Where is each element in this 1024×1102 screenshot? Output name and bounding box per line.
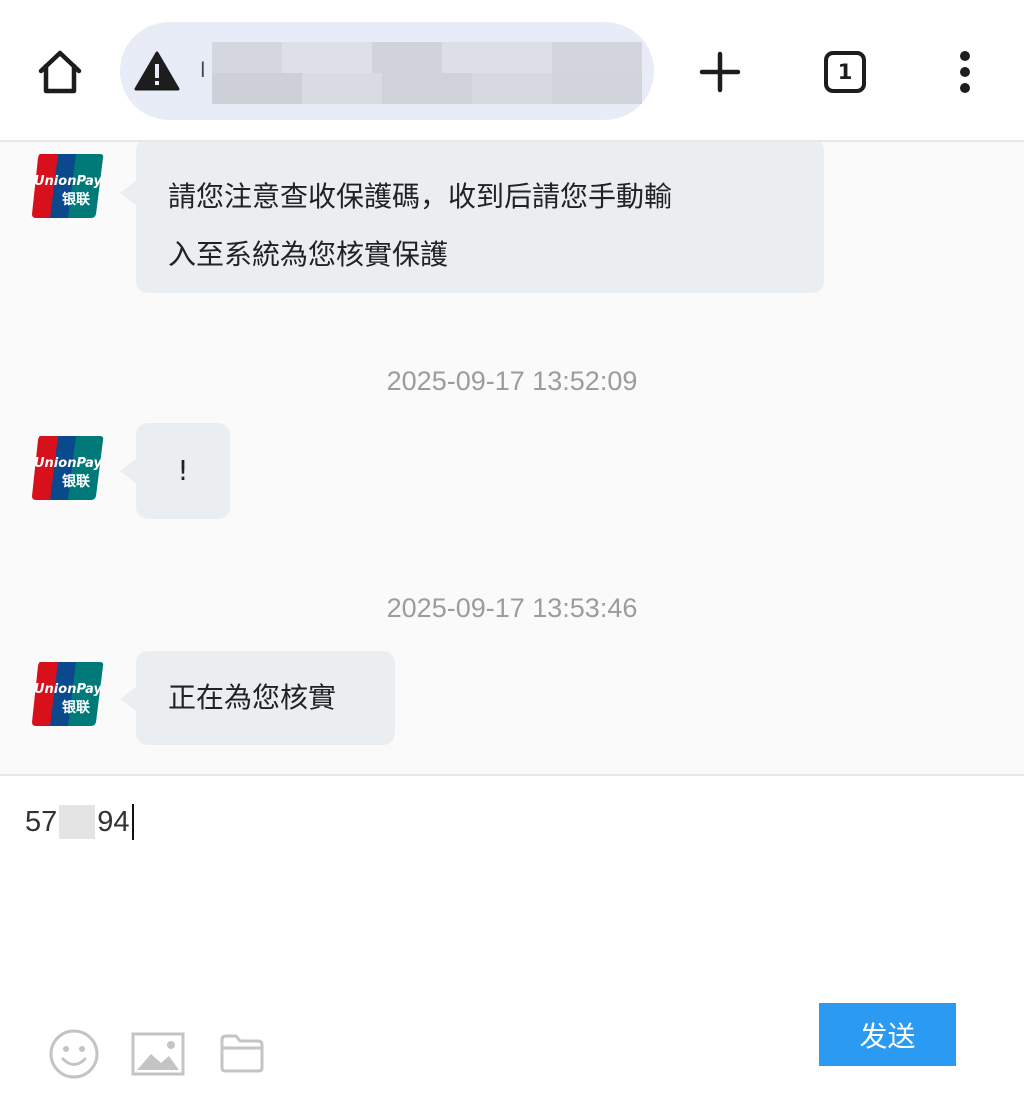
text-caret — [131, 804, 134, 840]
message-input[interactable]: 57 94 — [25, 802, 134, 842]
svg-text:UnionPay: UnionPay — [34, 456, 103, 471]
plus-icon — [699, 51, 741, 93]
message-timestamp: 2025-09-17 13:53:46 — [386, 593, 638, 623]
home-icon — [38, 50, 82, 94]
svg-text:UnionPay: UnionPay — [34, 174, 103, 189]
send-button[interactable]: 发送 — [819, 1003, 956, 1066]
image-icon[interactable] — [131, 1032, 185, 1076]
address-bar[interactable]: l — [120, 22, 654, 120]
more-vert-icon — [960, 51, 970, 93]
emoji-icon[interactable] — [48, 1028, 100, 1080]
svg-text:银联: 银联 — [62, 191, 91, 208]
input-value-suffix: 94 — [97, 805, 130, 838]
svg-text:UnionPay: UnionPay — [34, 682, 103, 697]
new-tab-button[interactable] — [690, 42, 750, 102]
message-bubble: 請您注意查收保護碼，收到后請您手動輸 入至系統為您核實保護 — [136, 142, 824, 293]
input-value-prefix: 57 — [25, 805, 58, 838]
svg-text:银联: 银联 — [62, 699, 91, 716]
url-text: l — [200, 58, 206, 82]
message-timestamp: 2025-09-17 13:52:09 — [386, 366, 638, 396]
folder-icon[interactable] — [219, 1032, 265, 1074]
message-text-line: 請您注意查收保護碼，收到后請您手動輸 — [168, 180, 673, 213]
composer: 57 94 发送 — [0, 774, 1024, 1102]
chat-log[interactable]: UnionPay 银联 請您注意查收保護碼，收到后請您手動輸 入至系統為您核實保… — [0, 142, 1024, 774]
warning-icon[interactable] — [134, 50, 180, 92]
svg-text:银联: 银联 — [62, 473, 91, 490]
unionpay-avatar: UnionPay 银联 — [32, 436, 104, 500]
message-bubble: 正在為您核實 — [136, 651, 395, 745]
url-redacted — [212, 42, 642, 104]
tab-switcher-button[interactable]: 1 — [815, 42, 875, 102]
input-redacted — [59, 805, 96, 839]
message-text-line: 入至系統為您核實保護 — [168, 238, 449, 271]
browser-menu-button[interactable] — [940, 42, 990, 102]
message-text: ! — [177, 454, 189, 487]
home-button[interactable] — [30, 42, 90, 102]
unionpay-avatar: UnionPay 银联 — [32, 154, 104, 218]
message-text: 正在為您核實 — [168, 681, 337, 714]
message-bubble: ! — [136, 423, 230, 519]
unionpay-avatar: UnionPay 银联 — [32, 662, 104, 726]
browser-toolbar: l 1 — [0, 0, 1024, 142]
tab-count: 1 — [837, 60, 853, 84]
tabs-icon: 1 — [824, 51, 866, 93]
